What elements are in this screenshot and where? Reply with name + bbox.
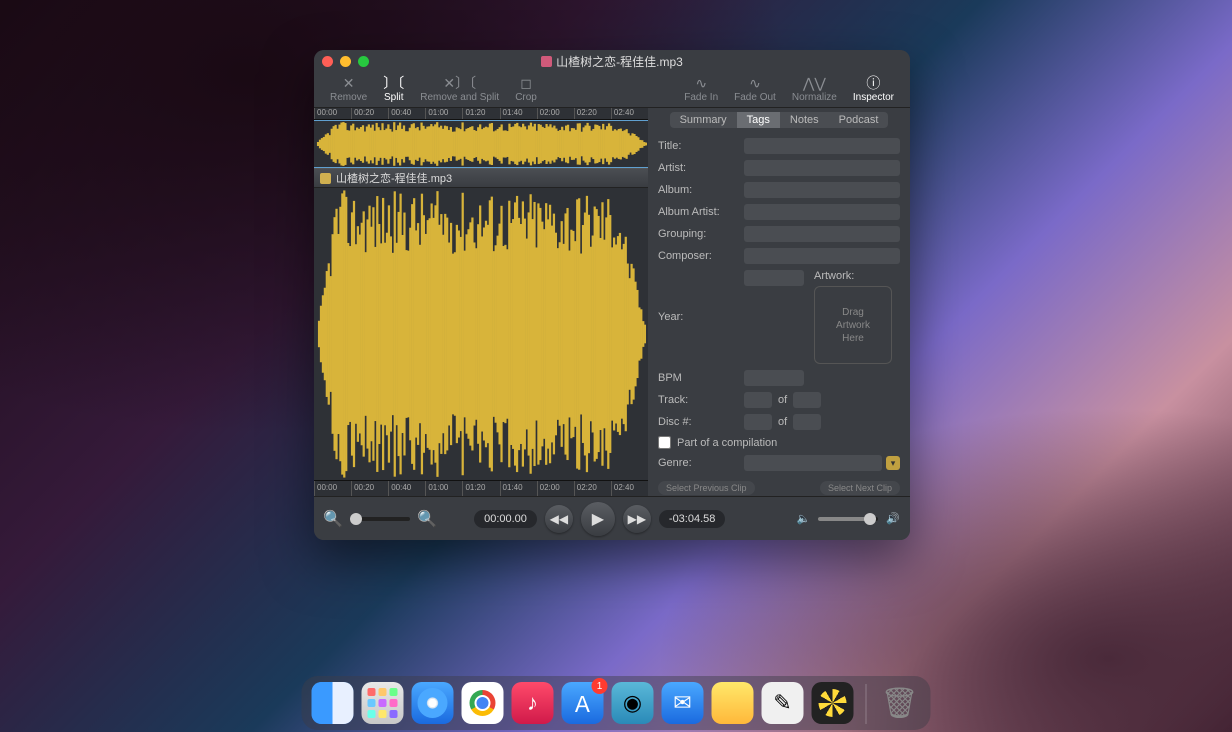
artist-field[interactable] <box>744 160 900 176</box>
album-artist-label: Album Artist: <box>658 206 736 218</box>
rewind-button[interactable]: ◀◀ <box>545 505 573 533</box>
remove-split-icon: ✕〕〔 <box>443 74 476 92</box>
appstore-badge: 1 <box>592 678 608 694</box>
document-icon <box>541 56 552 67</box>
tags-form: Title: Artist: Album: Album Artist: Grou… <box>648 132 910 477</box>
main-ruler: 00:0000:2000:4001:0001:2001:4002:0002:20… <box>314 480 648 496</box>
album-artist-field[interactable] <box>744 204 900 220</box>
dock-trash[interactable]: 🗑 <box>879 682 921 724</box>
genre-dropdown-icon[interactable]: ▾ <box>886 456 900 470</box>
tab-notes[interactable]: Notes <box>780 112 829 128</box>
dock: ♪ Ａ1 ◉ ✉ ✎ 🗑 <box>302 676 931 730</box>
title-field[interactable] <box>744 138 900 154</box>
tab-tags[interactable]: Tags <box>737 112 780 128</box>
app-window: 山楂树之恋-程佳佳.mp3 ✕Remove 〕〔Split ✕〕〔Remove … <box>314 50 910 540</box>
remove-button[interactable]: ✕Remove <box>322 74 375 103</box>
remaining-time: -03:04.58 <box>659 510 725 528</box>
crop-button[interactable]: ◻Crop <box>507 74 545 103</box>
album-label: Album: <box>658 184 736 196</box>
forward-button[interactable]: ▶▶ <box>623 505 651 533</box>
dock-mail[interactable]: ✉ <box>662 682 704 724</box>
select-next-clip-button[interactable]: Select Next Clip <box>820 481 900 495</box>
year-label: Year: <box>658 311 736 323</box>
compilation-checkbox[interactable] <box>658 436 671 449</box>
split-button[interactable]: 〕〔Split <box>375 74 412 103</box>
year-field[interactable] <box>744 270 804 286</box>
dock-fission[interactable]: ◉ <box>612 682 654 724</box>
titlebar: 山楂树之恋-程佳佳.mp3 <box>314 50 910 72</box>
disc-total-field[interactable] <box>793 414 821 430</box>
title-label: Title: <box>658 140 736 152</box>
zoom-in-icon[interactable]: 🔍 <box>418 510 436 528</box>
dock-safari[interactable] <box>412 682 454 724</box>
dock-notes[interactable] <box>712 682 754 724</box>
audio-area: 00:0000:2000:4001:0001:2001:4002:0002:20… <box>314 108 648 496</box>
fade-in-button[interactable]: ∿Fade In <box>676 74 726 103</box>
clip-header[interactable]: 山楂树之恋-程佳佳.mp3 <box>314 168 648 188</box>
volume-max-icon: 🔊 <box>886 512 900 525</box>
compilation-label: Part of a compilation <box>677 437 777 449</box>
track-of-label: of <box>778 394 787 406</box>
crop-icon: ◻ <box>520 74 532 92</box>
main-waveform[interactable] <box>314 188 648 480</box>
remove-and-split-button[interactable]: ✕〕〔Remove and Split <box>412 74 507 103</box>
disc-of-label: of <box>778 416 787 428</box>
genre-field[interactable] <box>744 455 882 471</box>
disc-number-field[interactable] <box>744 414 772 430</box>
dock-finder[interactable] <box>312 682 354 724</box>
select-previous-clip-button[interactable]: Select Previous Clip <box>658 481 755 495</box>
toolbar: ✕Remove 〕〔Split ✕〕〔Remove and Split ◻Cro… <box>314 72 910 108</box>
normalize-button[interactable]: ⋀⋁Normalize <box>784 74 845 103</box>
track-label: Track: <box>658 394 736 406</box>
volume-min-icon: 🔈 <box>797 512 811 525</box>
track-number-field[interactable] <box>744 392 772 408</box>
fadeout-icon: ∿ <box>749 74 761 92</box>
dock-appstore[interactable]: Ａ1 <box>562 682 604 724</box>
fadein-icon: ∿ <box>695 74 707 92</box>
grouping-label: Grouping: <box>658 228 736 240</box>
elapsed-time: 00:00.00 <box>474 510 537 528</box>
overview-ruler: 00:0000:2000:4001:0001:2001:4002:0002:20… <box>314 108 648 120</box>
dock-separator <box>866 684 867 724</box>
split-icon: 〕〔 <box>383 74 404 92</box>
grouping-field[interactable] <box>744 226 900 242</box>
album-field[interactable] <box>744 182 900 198</box>
clip-name: 山楂树之恋-程佳佳.mp3 <box>336 170 452 186</box>
play-button[interactable]: ▶ <box>581 502 615 536</box>
composer-field[interactable] <box>744 248 900 264</box>
inspector-tabs: Summary Tags Notes Podcast <box>648 108 910 132</box>
remove-icon: ✕ <box>343 74 355 92</box>
window-title: 山楂树之恋-程佳佳.mp3 <box>314 53 910 70</box>
dock-launchpad[interactable] <box>362 682 404 724</box>
inspector-button[interactable]: ⓘInspector <box>845 74 902 103</box>
fade-out-button[interactable]: ∿Fade Out <box>726 74 784 103</box>
transport-bar: 🔍 🔍 00:00.00 ◀◀ ▶ ▶▶ -03:04.58 🔈 🔊 <box>314 496 910 540</box>
volume-slider[interactable] <box>818 517 878 521</box>
inspector-panel: Summary Tags Notes Podcast Title: Artist… <box>648 108 910 496</box>
tab-podcast[interactable]: Podcast <box>829 112 889 128</box>
dock-burn[interactable] <box>812 682 854 724</box>
artwork-dropzone[interactable]: Drag Artwork Here <box>814 286 892 364</box>
zoom-slider[interactable] <box>350 517 410 521</box>
dock-textedit[interactable]: ✎ <box>762 682 804 724</box>
track-total-field[interactable] <box>793 392 821 408</box>
normalize-icon: ⋀⋁ <box>803 74 826 92</box>
overview-waveform[interactable] <box>314 120 648 168</box>
dock-chrome[interactable] <box>462 682 504 724</box>
artwork-label: Artwork: <box>814 270 900 282</box>
disc-label: Disc #: <box>658 416 736 428</box>
genre-label: Genre: <box>658 457 736 469</box>
artist-label: Artist: <box>658 162 736 174</box>
bpm-label: BPM <box>658 372 736 384</box>
zoom-out-icon[interactable]: 🔍 <box>324 510 342 528</box>
bpm-field[interactable] <box>744 370 804 386</box>
clip-icon <box>320 173 331 184</box>
dock-music[interactable]: ♪ <box>512 682 554 724</box>
inspector-icon: ⓘ <box>866 74 880 92</box>
composer-label: Composer: <box>658 250 736 262</box>
tab-summary[interactable]: Summary <box>670 112 737 128</box>
